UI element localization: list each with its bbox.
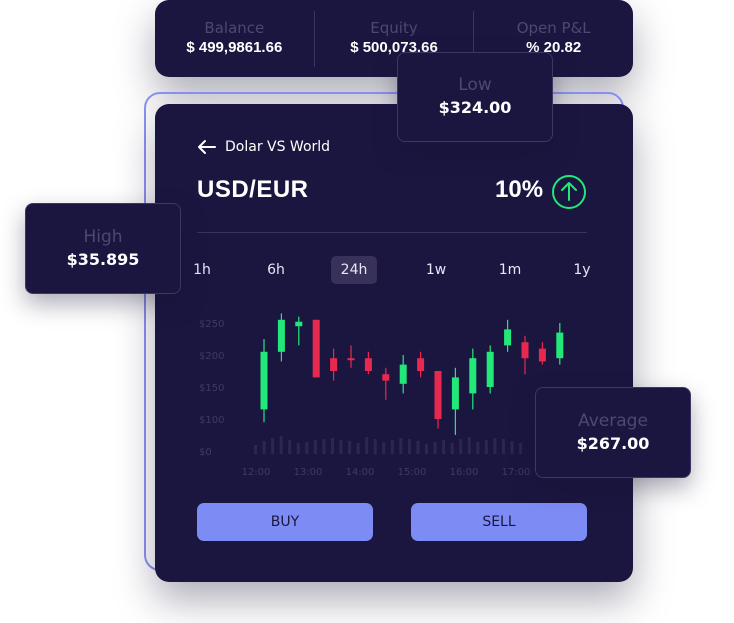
volume-bar [425, 444, 428, 454]
tab-6h[interactable]: 6h [259, 256, 293, 284]
candle-body [364, 358, 372, 371]
volume-bar [330, 438, 334, 454]
volume-bar [519, 443, 523, 454]
volume-bar [442, 440, 446, 454]
x-tick-label: 12:00 [242, 467, 271, 478]
volume-bar [510, 441, 514, 454]
y-axis: $250 $200 $150 $100 $0 [199, 319, 224, 458]
balance-label: Balance [204, 18, 265, 37]
volume-bar [348, 441, 352, 454]
volume-bar [390, 440, 394, 454]
average-label: Average [578, 410, 648, 431]
trading-panel: Dolar VS World USD/EUR 10% 1h 6h 24h 1w … [155, 104, 633, 582]
equity-label: Equity [370, 18, 418, 37]
high-label: High [83, 226, 123, 247]
tab-24h[interactable]: 24h [331, 256, 377, 284]
volume-bar [467, 437, 471, 454]
volume-bar [501, 439, 505, 454]
volume-bar [288, 440, 292, 454]
volume-bar [399, 438, 403, 454]
arrow-up-circle-icon [552, 175, 586, 209]
volume-bar [484, 440, 488, 454]
x-axis: 12:00 13:00 14:00 15:00 16:00 17:00 [242, 467, 531, 478]
candle-body [504, 329, 512, 346]
volume-bar [254, 445, 257, 454]
candle-body [399, 364, 407, 384]
volume-bar [476, 442, 480, 454]
volume-bar [339, 440, 343, 454]
volume-bar [271, 438, 275, 454]
arrow-left-icon [198, 140, 216, 154]
x-tick-label: 14:00 [346, 467, 375, 478]
pnl-label: Open P&L [516, 18, 591, 37]
back-link[interactable]: Dolar VS World [197, 139, 330, 155]
tab-1y[interactable]: 1y [565, 256, 599, 284]
volume-bar [382, 442, 386, 454]
candle-body [295, 321, 303, 327]
average-value: $267.00 [576, 433, 650, 453]
candle-body [469, 358, 477, 394]
buy-button[interactable]: BUY [197, 503, 373, 541]
sell-button[interactable]: SELL [411, 503, 587, 541]
candle-body [521, 342, 529, 359]
candle-body [347, 358, 355, 361]
high-card: High $35.895 [25, 203, 181, 294]
volume-bar [262, 441, 266, 454]
x-tick-label: 16:00 [450, 467, 479, 478]
y-tick-label: $100 [199, 415, 224, 426]
x-tick-label: 15:00 [398, 467, 427, 478]
back-label: Dolar VS World [225, 139, 331, 155]
volume-bar [279, 436, 283, 454]
low-value: $324.00 [438, 98, 512, 117]
candle-body [417, 358, 425, 371]
account-summary-bar: Balance $ 499,9861.66 Equity $ 500,073.6… [155, 0, 633, 77]
high-value: $35.895 [66, 249, 140, 269]
volume-bar [407, 439, 411, 454]
header-divider [197, 232, 587, 233]
average-card: Average $267.00 [535, 387, 691, 478]
volume-bar [450, 443, 454, 454]
y-tick-label: $150 [199, 383, 224, 394]
balance-value: $ 499,9861.66 [186, 38, 283, 56]
candle-body [538, 348, 546, 362]
y-tick-label: $200 [199, 351, 224, 362]
volume-bars [254, 436, 523, 454]
low-card: Low $324.00 [397, 52, 553, 142]
candle-body [330, 358, 338, 371]
candle-body [434, 371, 442, 419]
x-tick-label: 17:00 [502, 467, 531, 478]
candle-body [277, 319, 285, 352]
volume-bar [296, 443, 300, 454]
change-percent: 10% [495, 176, 544, 203]
candle-body [451, 377, 459, 410]
volume-bar [373, 439, 377, 454]
balance-stat: Balance $ 499,9861.66 [155, 10, 315, 67]
volume-bar [459, 439, 463, 454]
volume-bar [493, 438, 497, 454]
volume-bar [305, 442, 309, 454]
y-tick-label: $0 [199, 447, 212, 458]
candle-body [260, 351, 268, 410]
candle-body [382, 374, 390, 381]
tab-1w[interactable]: 1w [419, 256, 453, 284]
low-label: Low [458, 75, 492, 95]
volume-bar [365, 437, 369, 454]
volume-bar [322, 439, 326, 454]
x-tick-label: 13:00 [294, 467, 323, 478]
candles [260, 313, 564, 435]
volume-bar [416, 441, 420, 454]
tab-1h[interactable]: 1h [187, 256, 217, 284]
y-tick-label: $250 [199, 319, 224, 330]
candle-body [556, 332, 564, 359]
tab-1m[interactable]: 1m [493, 256, 527, 284]
volume-bar [356, 443, 360, 454]
candle-body [486, 351, 494, 387]
volume-bar [433, 442, 437, 454]
timeframe-tabs: 1h 6h 24h 1w 1m 1y [187, 256, 597, 286]
currency-pair: USD/EUR [197, 176, 309, 203]
candle-body [312, 319, 320, 378]
volume-bar [313, 440, 317, 454]
